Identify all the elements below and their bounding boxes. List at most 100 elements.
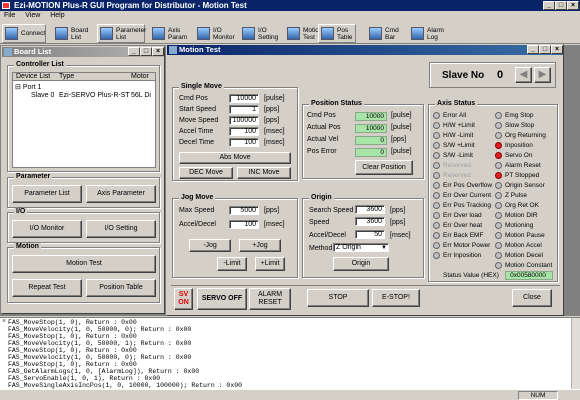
origin-button[interactable]: Origin	[333, 257, 389, 271]
slave-no-label: Slave No	[442, 70, 485, 81]
board-list-button[interactable]: Board List	[52, 24, 94, 43]
jog-accel-decel-input[interactable]: 100	[229, 220, 259, 229]
parameter-list-button[interactable]: Parameter List	[97, 24, 146, 43]
clear-position-button[interactable]: Clear Position	[355, 160, 413, 175]
io-monitor-button[interactable]: I/O Monitor	[194, 24, 236, 43]
status-label: Z Pulse	[505, 192, 528, 199]
console-scrollbar[interactable]	[571, 318, 580, 389]
status-label: Err Back EMF	[443, 232, 484, 239]
motion-test-panel-button[interactable]: Motion Test	[12, 255, 156, 273]
board-list-close[interactable]: ×	[152, 47, 164, 56]
maximize-button[interactable]: □	[555, 1, 567, 10]
io-setting-button[interactable]: I/O Setting	[239, 24, 281, 43]
axis-param-icon	[152, 27, 165, 40]
board-list-maximize[interactable]: □	[140, 47, 152, 56]
status-led	[495, 222, 502, 229]
chevron-down-icon: ▼	[381, 245, 387, 251]
positive-limit-button[interactable]: +Limit	[255, 257, 285, 271]
app-title: Ezi-MOTION Plus-R GUI Program for Distri…	[14, 1, 247, 10]
slave-selector: Slave No 0 ◀ ▶	[429, 62, 556, 88]
motion-test-minimize[interactable]: _	[527, 45, 539, 54]
menu-help[interactable]: Help	[50, 12, 64, 19]
positive-jog-button[interactable]: +Jog	[239, 239, 281, 252]
board-list-minimize[interactable]: _	[128, 47, 140, 56]
stop-button[interactable]: STOP	[307, 289, 369, 307]
position-table-button[interactable]: Position Table	[86, 279, 156, 297]
num-lock-indicator: NUM	[518, 391, 558, 400]
accel-time-input[interactable]: 100	[229, 127, 259, 136]
menu-file[interactable]: File	[4, 12, 15, 19]
axis-param-button[interactable]: Axis Param	[149, 24, 189, 43]
cmd-bar-button[interactable]: Cmd Bar	[366, 24, 404, 43]
port-node[interactable]: ⊟ Port 1	[15, 83, 42, 91]
axis-status-group: Axis Status Error All H/W +Limit H/W -Limi…	[428, 100, 558, 282]
jog-max-speed-input[interactable]: 5000	[229, 206, 259, 215]
status-led	[495, 162, 502, 169]
cmd-pos-input[interactable]: 10000	[229, 94, 259, 103]
negative-jog-button[interactable]: -Jog	[189, 239, 231, 252]
status-label: Reserved	[443, 172, 471, 179]
servo-on-button[interactable]: SV ON	[174, 288, 193, 310]
status-label: Err Motor Power	[443, 242, 491, 249]
io-monitor-panel-button[interactable]: I/O Monitor	[12, 220, 82, 238]
pos-table-button[interactable]: Pos Table	[318, 24, 356, 43]
origin-speed-input[interactable]: 3600	[355, 217, 385, 226]
status-led	[495, 182, 502, 189]
command-log-console[interactable]: × FAS_MoveStop(1, 0), Return : 0x00 FAS_M…	[0, 317, 580, 389]
io-setting-panel-button[interactable]: I/O Setting	[86, 220, 156, 238]
connect-button[interactable]: Connect	[2, 24, 46, 43]
negative-limit-button[interactable]: -Limit	[217, 257, 247, 271]
origin-accel-decel-input[interactable]: 50	[355, 230, 385, 239]
status-actual-vel: 0	[355, 136, 387, 145]
search-speed-input[interactable]: 3600	[355, 205, 385, 214]
slave-node[interactable]: Slave 0	[31, 92, 54, 99]
prev-slave-button[interactable]: ◀	[515, 67, 532, 83]
axis-parameter-button[interactable]: Axis Parameter	[86, 185, 156, 203]
alarm-log-button[interactable]: Alarm Log	[408, 24, 448, 43]
move-speed-input[interactable]: 100000	[229, 116, 259, 125]
menu-view[interactable]: View	[25, 12, 40, 19]
device-tree[interactable]: Device List Type Motor ⊟ Port 1 Slave 0 …	[12, 72, 156, 168]
log-line: FAS_MoveStop(1, 0), Return : 0x00	[8, 333, 137, 340]
board-list-icon	[4, 48, 12, 56]
close-icon[interactable]: ×	[2, 319, 6, 326]
status-label: Slow Stop	[505, 122, 535, 129]
motion-test-maximize[interactable]: □	[539, 45, 551, 54]
status-label: Err Inposition	[443, 252, 482, 259]
status-label: Emg Stop	[505, 112, 534, 119]
status-led	[433, 192, 440, 199]
method-select[interactable]: Z Origin ▼	[333, 243, 389, 252]
close-window-button[interactable]: Close	[512, 289, 552, 307]
alarm-log-icon	[411, 27, 424, 40]
servo-off-button[interactable]: SERVO OFF	[197, 288, 247, 310]
jog-move-group: Jog Move Max Speed 5000 [pps] Accel/Dece…	[172, 194, 298, 278]
inc-move-button[interactable]: INC Move	[237, 167, 291, 179]
e-stop-button[interactable]: E-STOP!	[372, 289, 420, 307]
status-led	[495, 242, 502, 249]
abs-move-button[interactable]: Abs Move	[179, 152, 291, 164]
status-label: Org Returning	[505, 132, 546, 139]
alarm-reset-button[interactable]: ALARM RESET	[249, 288, 291, 310]
status-actual-pos: 10000	[355, 124, 387, 133]
status-label: Err Over heat	[443, 222, 483, 229]
minimize-button[interactable]: _	[543, 1, 555, 10]
status-pos-error: 0	[355, 148, 387, 157]
next-slave-button[interactable]: ▶	[534, 67, 551, 83]
parameter-list-panel-button[interactable]: Parameter List	[12, 185, 82, 203]
repeat-test-button[interactable]: Repeat Test	[12, 279, 82, 297]
command-log-lines: FAS_MoveStop(1, 0), Return : 0x00 FAS_Mov…	[8, 319, 577, 389]
status-led	[495, 172, 502, 179]
bottom-divider	[171, 285, 560, 286]
connect-icon	[5, 27, 18, 40]
motion-test-titlebar: Motion Test	[167, 45, 563, 55]
motion-test-window: Motion Test _ □ × Slave No 0 ◀ ▶ Single …	[166, 44, 564, 316]
status-led	[495, 122, 502, 129]
status-label: Motion DIR	[505, 212, 538, 219]
start-speed-input[interactable]: 1	[229, 105, 259, 114]
status-hex-value: 0x00580000	[505, 271, 553, 280]
status-label: Motion Constant	[505, 262, 553, 269]
dec-move-button[interactable]: DEC Move	[179, 167, 233, 179]
decel-time-input[interactable]: 100	[229, 138, 259, 147]
close-button[interactable]: ×	[567, 1, 579, 10]
motion-test-close[interactable]: ×	[551, 45, 563, 54]
